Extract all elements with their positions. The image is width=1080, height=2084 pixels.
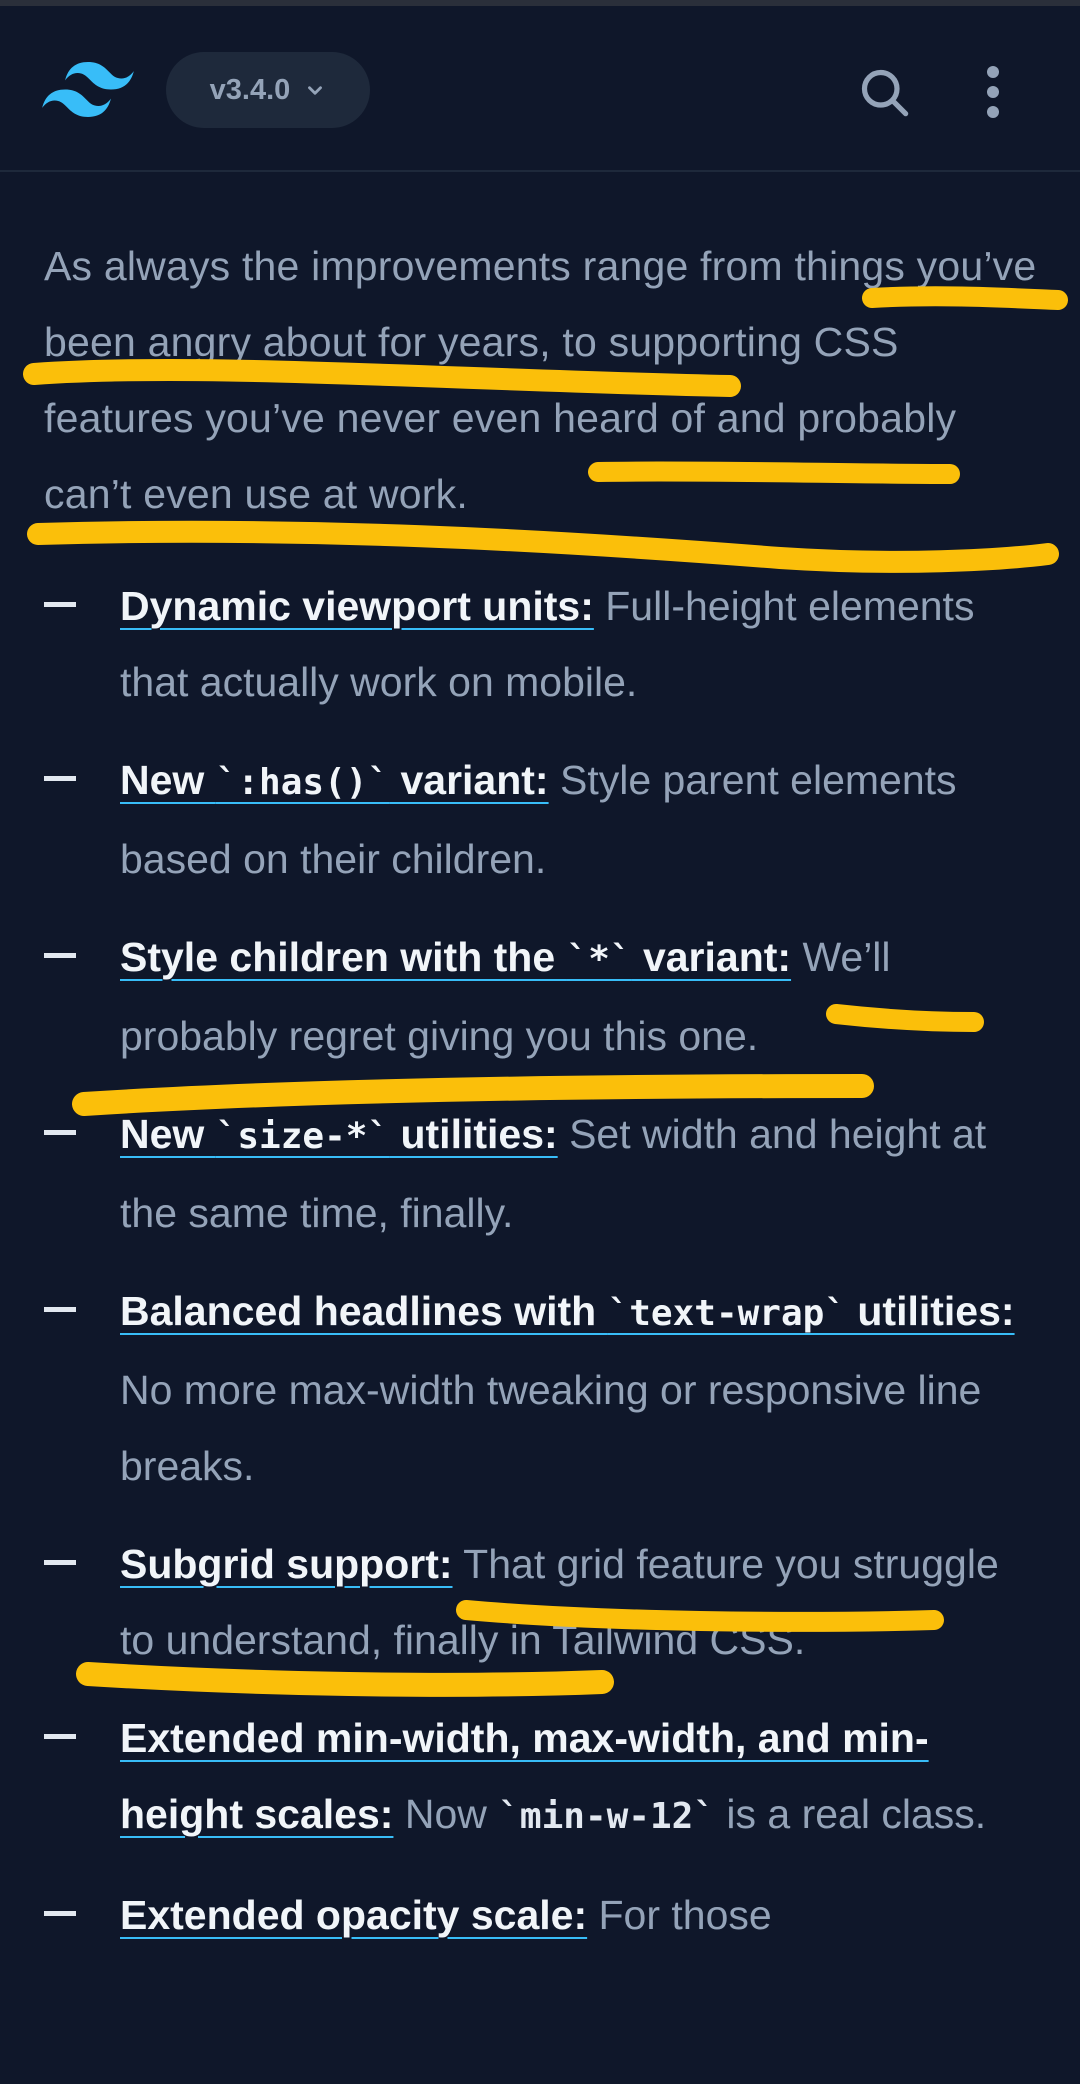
feature-title-text: New: [120, 1111, 216, 1157]
feature-link[interactable]: Subgrid support:: [120, 1541, 453, 1587]
feature-link[interactable]: Style children with the `*` variant:: [120, 934, 791, 980]
dash-bullet-icon: [44, 1734, 76, 1739]
feature-link[interactable]: New `:has()` variant:: [120, 757, 549, 803]
description-text: Now: [393, 1791, 499, 1837]
dash-bullet-icon: [44, 776, 76, 781]
feature-item: Dynamic viewport units: Full-height elem…: [44, 568, 1044, 720]
dash-bullet-icon: [44, 1307, 76, 1312]
dash-bullet-icon: [44, 1560, 76, 1565]
feature-title-text: utilities:: [846, 1288, 1015, 1334]
header: v3.4.0: [0, 6, 1080, 172]
article-content: As always the improvements range from th…: [44, 228, 1044, 1975]
feature-item: Style children with the `*` variant: We’…: [44, 919, 1044, 1074]
feature-code: `text-wrap`: [607, 1293, 846, 1334]
feature-title-text: utilities:: [389, 1111, 558, 1157]
dash-bullet-icon: [44, 1911, 76, 1916]
feature-title-text: Style children with the: [120, 934, 567, 980]
feature-item: Extended opacity scale: For those: [44, 1877, 1044, 1953]
dash-bullet-icon: [44, 953, 76, 958]
feature-item: Extended min-width, max-width, and min-h…: [44, 1700, 1044, 1855]
feature-title-text: variant:: [631, 934, 792, 980]
feature-item: Subgrid support: That grid feature you s…: [44, 1526, 1044, 1678]
tailwind-logo-icon[interactable]: [42, 62, 134, 118]
feature-title-text: variant:: [389, 757, 549, 803]
feature-code: `:has()`: [215, 762, 390, 803]
version-selector[interactable]: v3.4.0: [166, 52, 370, 128]
feature-title-text: New: [120, 757, 216, 803]
description-text: is a real class.: [715, 1791, 987, 1837]
feature-title-text: Dynamic viewport units:: [120, 583, 594, 629]
feature-description: Now `min-w-12` is a real class.: [393, 1791, 986, 1837]
description-text: For those: [587, 1892, 772, 1938]
feature-item: New `:has()` variant: Style parent eleme…: [44, 742, 1044, 897]
feature-description: No more max-width tweaking or responsive…: [120, 1367, 981, 1489]
feature-code: `size-*`: [215, 1116, 390, 1157]
dash-bullet-icon: [44, 1130, 76, 1135]
description-text: No more max-width tweaking or responsive…: [120, 1367, 982, 1489]
intro-paragraph: As always the improvements range from th…: [44, 243, 1037, 517]
feature-title-text: Extended opacity scale:: [120, 1892, 588, 1938]
feature-title-text: Balanced headlines with: [120, 1288, 608, 1334]
feature-link[interactable]: Balanced headlines with `text-wrap` util…: [120, 1288, 1015, 1334]
feature-description: For those: [587, 1892, 772, 1938]
feature-link[interactable]: New `size-*` utilities:: [120, 1111, 558, 1157]
feature-link[interactable]: Dynamic viewport units:: [120, 583, 594, 629]
feature-code: `*`: [566, 939, 632, 980]
feature-list: Dynamic viewport units: Full-height elem…: [44, 568, 1044, 1953]
more-vertical-icon[interactable]: [978, 64, 1008, 120]
feature-item: Balanced headlines with `text-wrap` util…: [44, 1273, 1044, 1504]
feature-link[interactable]: Extended opacity scale:: [120, 1892, 587, 1938]
chevron-down-icon: [308, 86, 323, 95]
description-code: `min-w-12`: [498, 1796, 715, 1837]
version-label: v3.4.0: [209, 73, 291, 106]
feature-title-text: Subgrid support:: [120, 1541, 453, 1587]
feature-item: New `size-*` utilities: Set width and he…: [44, 1096, 1044, 1251]
dash-bullet-icon: [44, 602, 76, 607]
search-icon[interactable]: [858, 66, 910, 118]
